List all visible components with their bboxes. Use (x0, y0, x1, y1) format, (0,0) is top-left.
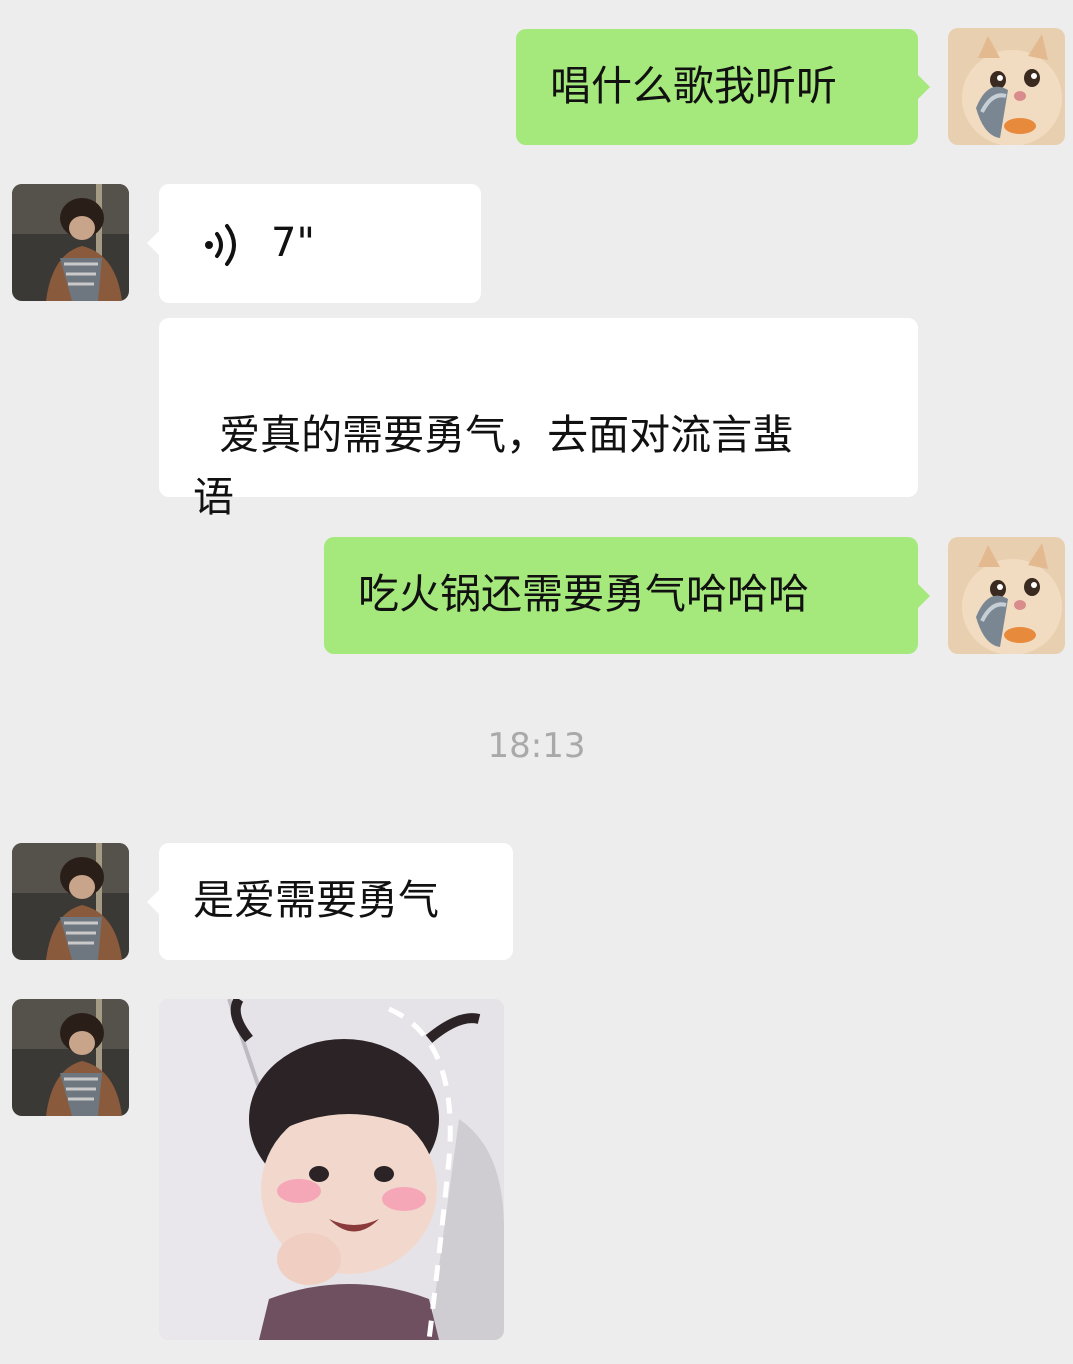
message-bubble-incoming[interactable]: 爱真的需要勇气，去面对流言蜚 语 (159, 318, 918, 521)
voice-duration: 7" (271, 220, 315, 266)
voice-message-bubble[interactable]: 7" (159, 184, 481, 303)
person-avatar-icon (12, 999, 129, 1116)
message-text: 爱真的需要勇气，去面对流言蜚 语 (193, 411, 794, 521)
self-avatar[interactable] (948, 537, 1065, 654)
contact-avatar[interactable] (12, 184, 129, 301)
bubble-tail (918, 584, 930, 608)
contact-avatar[interactable] (12, 999, 129, 1116)
message-text: 唱什么歌我听听 (550, 62, 837, 110)
message-bubble-outgoing[interactable]: 唱什么歌我听听 (516, 29, 918, 145)
bubble-tail (147, 231, 159, 255)
bubble-tail (918, 75, 930, 99)
voice-wave-icon (205, 224, 236, 266)
message-text: 是爱需要勇气 (193, 876, 439, 924)
self-avatar[interactable] (948, 28, 1065, 145)
person-avatar-icon (12, 184, 129, 301)
message-bubble-incoming[interactable]: 是爱需要勇气 (159, 843, 513, 960)
sticker-image[interactable] (159, 999, 504, 1340)
contact-avatar[interactable] (12, 843, 129, 960)
bubble-tail (147, 890, 159, 914)
person-avatar-icon (12, 843, 129, 960)
cat-avatar-icon (948, 537, 1065, 654)
message-bubble-outgoing[interactable]: 吃火锅还需要勇气哈哈哈 (324, 537, 918, 654)
little-girl-peeking-sticker-icon (159, 999, 504, 1340)
cat-avatar-icon (948, 28, 1065, 145)
chat-timestamp: 18:13 (487, 726, 586, 766)
message-text: 吃火锅还需要勇气哈哈哈 (358, 570, 809, 618)
